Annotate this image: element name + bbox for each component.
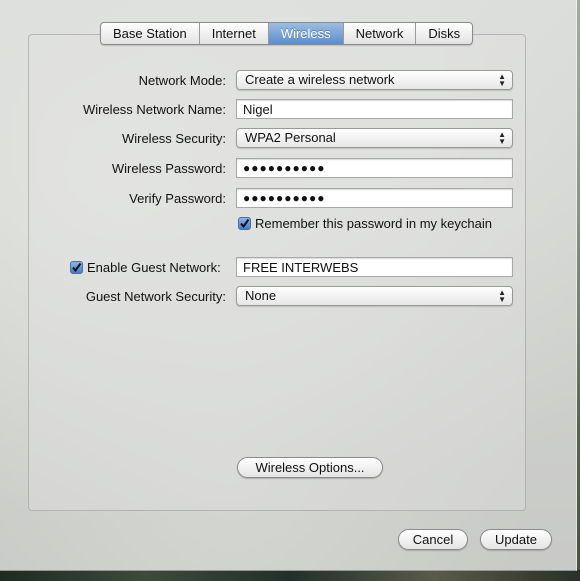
tab-internet[interactable]: Internet: [200, 23, 269, 44]
tab-bar: Base Station Internet Wireless Network D…: [100, 22, 474, 45]
wireless-security-value: WPA2 Personal: [245, 130, 336, 145]
popup-arrows-icon: ▲ ▼: [498, 130, 506, 146]
network-mode-label: Network Mode:: [138, 73, 226, 88]
cancel-button[interactable]: Cancel: [398, 529, 468, 550]
tab-wireless[interactable]: Wireless: [268, 23, 344, 44]
network-mode-value: Create a wireless network: [245, 72, 395, 87]
checkmark-icon: [72, 262, 82, 273]
network-name-label: Wireless Network Name:: [82, 102, 226, 117]
guest-security-value: None: [245, 288, 277, 303]
popup-arrows-icon: ▲ ▼: [498, 72, 506, 88]
wireless-password-field[interactable]: ●●●●●●●●●●: [236, 158, 513, 178]
wireless-security-popup[interactable]: WPA2 Personal ▲ ▼: [236, 128, 513, 148]
airport-settings-sheet: Base Station Internet Wireless Network D…: [0, 0, 577, 571]
guest-security-label: Guest Network Security:: [85, 289, 226, 304]
guest-security-popup[interactable]: None ▲ ▼: [236, 286, 513, 306]
tab-base-station[interactable]: Base Station: [101, 23, 200, 44]
remember-keychain-checkbox[interactable]: [238, 217, 251, 230]
network-mode-popup[interactable]: Create a wireless network ▲ ▼: [236, 70, 513, 90]
verify-password-label: Verify Password:: [129, 191, 226, 206]
enable-guest-network-label: Enable Guest Network:: [87, 260, 221, 275]
verify-password-field[interactable]: ●●●●●●●●●●: [236, 188, 513, 208]
remember-keychain-label: Remember this password in my keychain: [255, 216, 492, 231]
update-button[interactable]: Update: [480, 529, 552, 550]
network-name-field[interactable]: Nigel: [236, 99, 513, 119]
enable-guest-network-checkbox[interactable]: [70, 261, 83, 274]
tab-network[interactable]: Network: [344, 23, 417, 44]
desktop-strip: [0, 570, 580, 581]
wireless-security-label: Wireless Security:: [121, 131, 226, 146]
guest-network-name-field[interactable]: FREE INTERWEBS: [236, 257, 513, 277]
tab-disks[interactable]: Disks: [416, 23, 472, 44]
wireless-options-button[interactable]: Wireless Options...: [237, 457, 383, 478]
popup-arrows-icon: ▲ ▼: [498, 288, 506, 304]
wireless-password-label: Wireless Password:: [111, 161, 226, 176]
checkmark-icon: [240, 218, 250, 229]
